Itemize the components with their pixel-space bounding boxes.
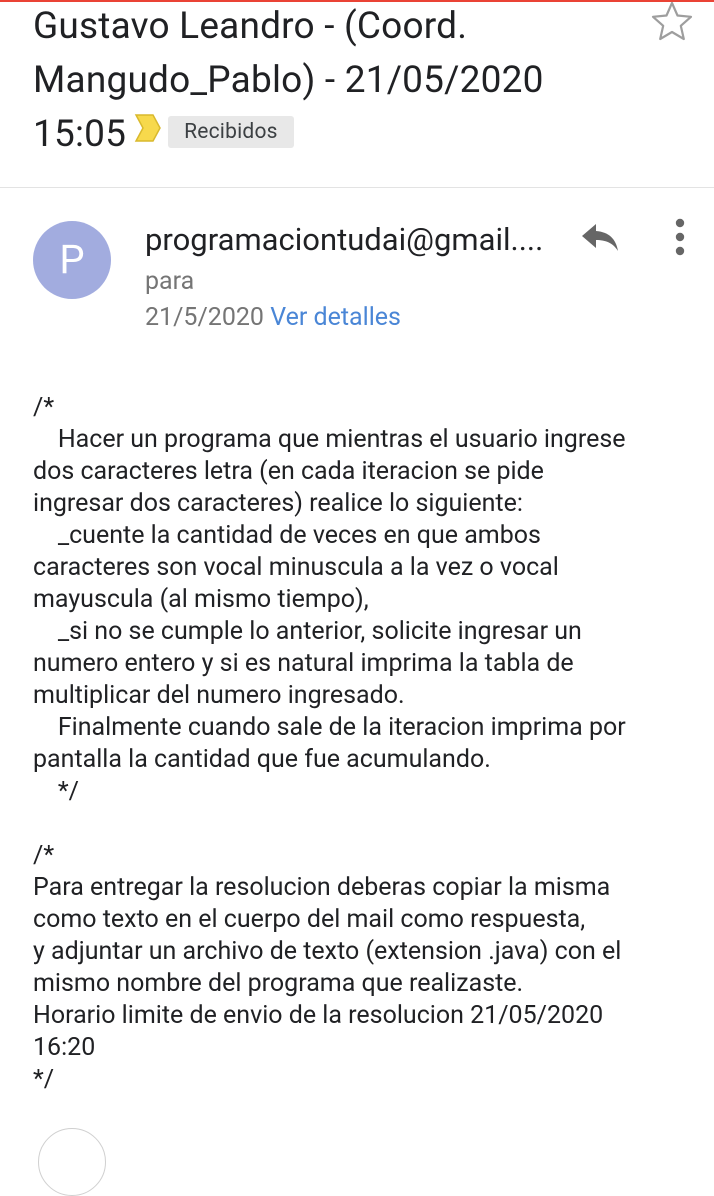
header-divider bbox=[0, 187, 714, 188]
email-subject: Gustavo Leandro - (Coord. Mangudo_Pablo)… bbox=[33, 0, 633, 163]
sender-address[interactable]: programaciontudai@gmail.... bbox=[145, 220, 555, 260]
view-details-link[interactable]: Ver detalles bbox=[270, 303, 401, 332]
sender-avatar[interactable]: P bbox=[33, 221, 111, 299]
date-line: 21/5/2020 Ver detalles bbox=[145, 302, 401, 334]
more-vert-icon[interactable] bbox=[664, 216, 696, 258]
reply-icon[interactable] bbox=[578, 218, 622, 258]
email-body: /* Hacer un programa que mientras el usu… bbox=[33, 393, 626, 1094]
bottom-avatar-partial bbox=[38, 1128, 106, 1196]
label-chip-recibidos[interactable]: Recibidos bbox=[168, 116, 294, 149]
star-icon[interactable] bbox=[650, 0, 694, 46]
email-date: 21/5/2020 bbox=[145, 303, 264, 332]
importance-marker-icon[interactable] bbox=[134, 105, 162, 159]
recipient-line: para bbox=[145, 267, 195, 296]
